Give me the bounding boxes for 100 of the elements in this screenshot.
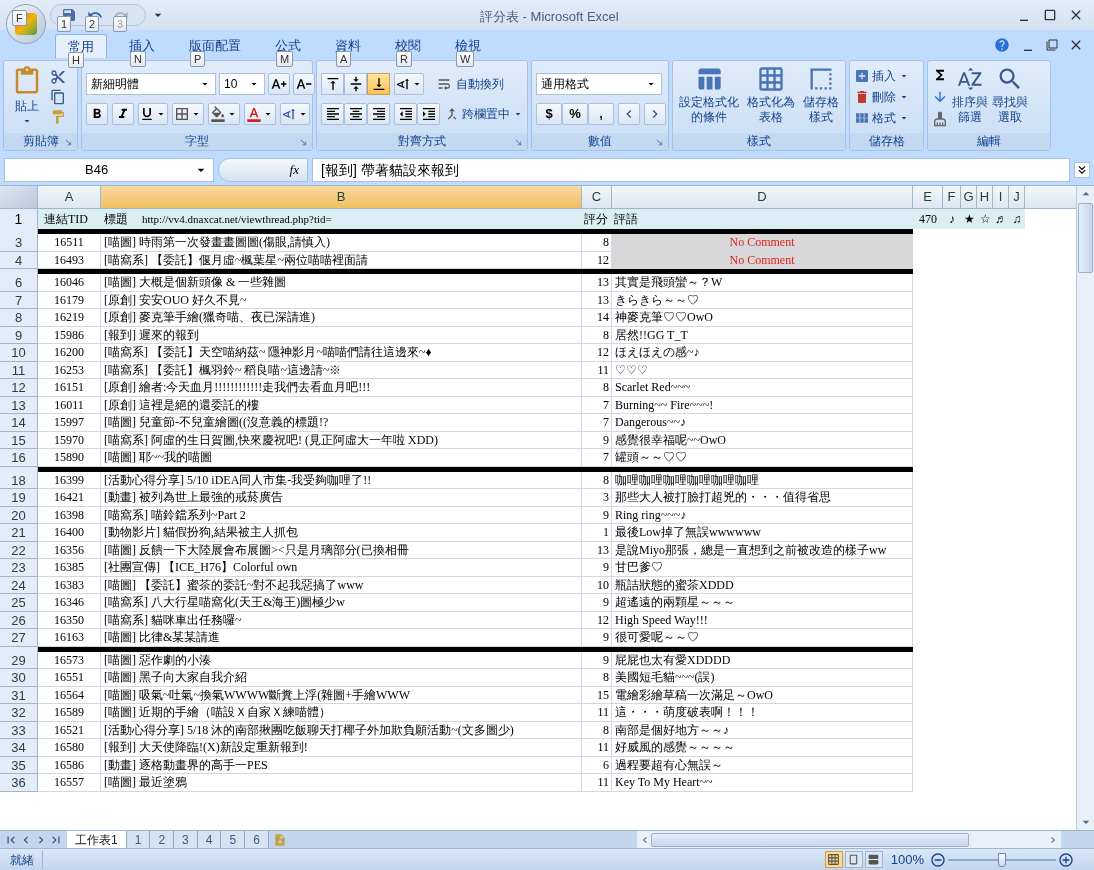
dialog-launcher-icon[interactable] [299,138,308,147]
cell-button[interactable]: 格式 [854,109,910,127]
row-header[interactable]: 6 [0,274,38,292]
sheet-tab[interactable]: 3 [174,831,198,848]
vertical-align-button[interactable] [344,73,367,95]
row-header[interactable]: 36 [0,774,38,792]
font-color-button[interactable] [244,103,276,125]
dialog-launcher-icon[interactable] [64,138,73,147]
expand-icon[interactable] [1074,162,1090,178]
underline-button[interactable] [138,103,168,125]
column-header[interactable]: D [612,186,913,208]
scroll-thumb[interactable] [1078,203,1093,273]
paste-button[interactable]: 貼上 [8,65,46,127]
row-header[interactable]: 19 [0,489,38,507]
table-cell: 7 [582,414,612,432]
copy-icon[interactable] [50,89,66,105]
font-name-field[interactable]: 新細明體 [86,73,216,95]
align-center-button[interactable] [344,103,367,125]
fill-icon[interactable] [932,89,948,105]
row-header[interactable]: 3 [0,234,38,252]
maximize-icon[interactable] [1042,7,1058,23]
row-header[interactable]: 10 [0,344,38,362]
orientation-button[interactable] [394,73,424,95]
column-header[interactable]: F [943,186,961,208]
merge-center-button[interactable]: 跨欄置中 [444,105,524,123]
decimal-button[interactable] [618,103,640,125]
border-button[interactable] [172,103,204,125]
restore-icon[interactable] [1046,39,1058,51]
sheet-tab[interactable]: 1 [126,831,151,848]
help-icon[interactable] [994,37,1010,53]
row-header[interactable]: 21 [0,524,38,542]
sheet-tab[interactable]: 4 [197,831,222,848]
column-header[interactable]: J [1009,186,1025,208]
vertical-scrollbar[interactable] [1076,186,1094,830]
zoom-in-icon[interactable] [1058,851,1074,868]
vertical-align-button[interactable] [321,73,344,95]
row-header[interactable]: 34 [0,739,38,757]
row-header[interactable]: 8 [0,309,38,327]
fill-color-button[interactable] [208,103,240,125]
row-header[interactable]: 25 [0,594,38,612]
dialog-launcher-icon[interactable] [655,138,664,147]
decimal-button[interactable] [644,103,666,125]
table-cell: [喵圖] 最近塗鴉 [101,774,582,792]
column-header[interactable]: H [977,186,993,208]
cell-button[interactable]: 刪除 [854,88,910,106]
number-style-button[interactable]: $ [536,103,562,125]
column-header[interactable]: G [961,186,977,208]
insert-function-button[interactable]: fx [218,158,308,182]
column-header[interactable]: I [993,186,1009,208]
dialog-launcher-icon[interactable] [514,138,523,147]
align-right-button[interactable] [367,103,390,125]
row-header[interactable]: 16 [0,449,38,467]
grow-font-button[interactable] [268,73,290,95]
column-header[interactable]: A [38,186,101,208]
number-format-field[interactable]: 通用格式 [536,73,662,95]
cut-icon[interactable] [50,69,66,85]
phonetic-button[interactable] [280,103,310,125]
row-header[interactable]: 14 [0,414,38,432]
view-button[interactable] [844,851,863,868]
zoom-thumb[interactable] [998,852,1006,867]
number-style-button[interactable]: , [588,103,614,125]
shrink-font-button[interactable] [293,73,315,95]
vertical-align-button[interactable] [367,73,390,95]
zoom-slider[interactable] [948,852,1056,867]
font-size-field[interactable]: 10 [219,73,265,95]
italic-button[interactable] [112,103,134,125]
sheet-tab[interactable]: 工作表1 [67,831,127,848]
formula-field[interactable]: [報到] 帶著貓設來報到 [312,158,1070,182]
column-header[interactable]: B [101,186,582,208]
row-header[interactable]: 12 [0,379,38,397]
row-header[interactable]: 32 [0,704,38,722]
decrease-indent-button[interactable] [394,103,417,125]
row-header[interactable]: 1 [0,209,38,229]
sheet-tab[interactable]: 2 [150,831,175,848]
zoom-level[interactable]: 100% [890,849,924,870]
style-button[interactable]: 設定格式化 的條件 [677,65,741,125]
row-header[interactable]: 23 [0,559,38,577]
style-button[interactable]: 格式化為 表格 [745,65,797,125]
sheet-tab[interactable]: 5 [221,831,246,848]
edit-button[interactable]: 尋找與 選取 [992,65,1028,125]
scroll-thumb[interactable] [650,832,969,847]
wrap-text-button[interactable]: 自動換列 [436,75,504,93]
zoom-out-icon[interactable] [930,851,946,868]
number-style-button[interactable]: % [562,103,588,125]
view-button[interactable] [864,851,883,868]
cell-button[interactable]: 插入 [854,67,910,85]
column-header[interactable]: C [582,186,612,208]
increase-indent-button[interactable] [417,103,440,125]
sheet-tab[interactable]: 6 [245,831,269,848]
row-header[interactable]: 27 [0,629,38,647]
view-button[interactable] [824,851,843,868]
style-button[interactable]: 儲存格 樣式 [801,65,841,125]
align-left-button[interactable] [321,103,344,125]
name-box[interactable]: B46 [4,158,214,182]
horizontal-scrollbar[interactable] [636,831,1061,848]
row-header[interactable]: 30 [0,669,38,687]
bold-button[interactable] [86,103,108,125]
column-header[interactable]: E [913,186,943,208]
table-cell: 14 [582,309,612,327]
edit-button[interactable]: 排序與 篩選 [952,65,988,125]
